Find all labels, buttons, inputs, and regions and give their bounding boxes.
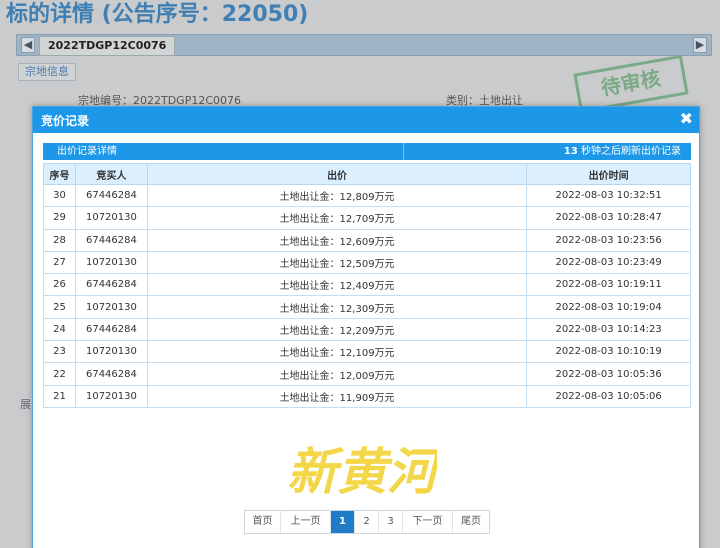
table-row: 23 10720130 土地出让金：12,109万元 2022-08-03 10:10… (43, 340, 691, 364)
column-header-no: 序号 (43, 163, 76, 185)
cell-time: 2022-08-03 10:19:11 (526, 273, 691, 297)
table-header-row: 序号 竞买人 出价 出价时间 (43, 163, 691, 185)
cell-bidder: 67446284 (74, 228, 148, 252)
cell-no: 29 (43, 206, 76, 230)
column-header-time: 出价时间 (526, 163, 691, 185)
cell-bidder: 67446284 (74, 183, 148, 208)
countdown-seconds: 13 (563, 146, 578, 157)
cell-bidder: 10720130 (74, 340, 148, 364)
column-header-bidder: 竞买人 (74, 163, 148, 185)
modal-title: 竞价记录 (41, 114, 90, 128)
cell-time: 2022-08-03 10:28:47 (526, 206, 691, 230)
cell-price: 土地出让金：11,909万元 (146, 384, 528, 408)
cell-time: 2022-08-03 10:23:56 (526, 228, 691, 252)
cell-no: 22 (43, 362, 76, 386)
first-page-button[interactable]: 首页 (245, 511, 281, 533)
watermark-logo: 新黄河 (287, 442, 437, 501)
tab-parcel[interactable]: 2022TDGP12C0076 (39, 36, 176, 56)
table-row: 28 67446284 土地出让金：12,609万元 2022-08-03 10:23… (43, 228, 691, 252)
countdown-text: 秒钟之后刷新出价记录 (577, 146, 681, 157)
cell-no: 26 (43, 273, 76, 297)
close-icon[interactable]: ✖ (680, 109, 693, 129)
cell-bidder: 67446284 (74, 317, 148, 342)
cell-price: 土地出让金：12,809万元 (146, 183, 528, 208)
page-title: 标的详情 (公告序号：22050) (6, 2, 309, 27)
cell-no: 30 (43, 183, 76, 208)
table-row: 26 67446284 土地出让金：12,409万元 2022-08-03 10:19… (43, 273, 691, 297)
pending-review-stamp: 待审核 (573, 54, 689, 114)
bid-details-label: 出价记录详情 (57, 146, 117, 157)
bid-record-modal: 竞价记录 ✖ 出价记录详情 13 秒钟之后刷新出价记录 序号 竞买人 出价 出价… (32, 106, 700, 548)
info-divider (403, 143, 404, 160)
cell-time: 2022-08-03 10:19:04 (526, 295, 691, 319)
bid-table-body: 30 67446284 土地出让金：12,809万元 2022-08-03 10:32… (43, 183, 691, 408)
cell-bidder: 67446284 (74, 273, 148, 297)
cell-bidder: 10720130 (74, 384, 148, 408)
page-button-2[interactable]: 2 (355, 511, 379, 533)
cell-price: 土地出让金：12,309万元 (146, 295, 528, 319)
subtab-parcel-info[interactable]: 宗地信息 (18, 63, 76, 81)
table-row: 30 67446284 土地出让金：12,809万元 2022-08-03 10:32… (43, 183, 691, 208)
tab-scroll-left-icon[interactable]: ◀ (21, 37, 35, 53)
table-row: 21 10720130 土地出让金：11,909万元 2022-08-03 10:05… (43, 384, 691, 408)
table-row: 27 10720130 土地出让金：12,509万元 2022-08-03 10:23… (43, 250, 691, 275)
last-page-button[interactable]: 尾页 (453, 511, 489, 533)
prev-page-button[interactable]: 上一页 (281, 511, 331, 533)
cell-bidder: 10720130 (74, 206, 148, 230)
cell-price: 土地出让金：12,009万元 (146, 362, 528, 386)
table-row: 29 10720130 土地出让金：12,709万元 2022-08-03 10:28… (43, 206, 691, 230)
table-row: 25 10720130 土地出让金：12,309万元 2022-08-03 10:19… (43, 295, 691, 319)
cell-price: 土地出让金：12,609万元 (146, 228, 528, 252)
cell-time: 2022-08-03 10:23:49 (526, 250, 691, 275)
cell-price: 土地出让金：12,709万元 (146, 206, 528, 230)
cell-bidder: 67446284 (74, 362, 148, 386)
page-button-1[interactable]: 1 (331, 511, 355, 533)
pagination: 首页 上一页 1 2 3 下一页 尾页 (244, 510, 490, 534)
cell-bidder: 10720130 (74, 250, 148, 275)
cell-price: 土地出让金：12,409万元 (146, 273, 528, 297)
cell-time: 2022-08-03 10:32:51 (526, 183, 691, 208)
page-button-3[interactable]: 3 (379, 511, 403, 533)
cell-price: 土地出让金：12,109万元 (146, 340, 528, 364)
refresh-countdown: 13 秒钟之后刷新出价记录 (564, 143, 681, 160)
next-page-button[interactable]: 下一页 (403, 511, 453, 533)
table-row: 24 67446284 土地出让金：12,209万元 2022-08-03 10:14… (43, 317, 691, 342)
modal-header: 竞价记录 ✖ (33, 107, 699, 133)
cell-no: 24 (43, 317, 76, 342)
table-row: 22 67446284 土地出让金：12,009万元 2022-08-03 10:05… (43, 362, 691, 386)
cell-no: 21 (43, 384, 76, 408)
cell-no: 25 (43, 295, 76, 319)
cell-time: 2022-08-03 10:14:23 (526, 317, 691, 342)
watermark-text: 新黄河 (287, 442, 437, 501)
tab-scroll-right-icon[interactable]: ▶ (693, 37, 707, 53)
side-label: 展 (20, 398, 31, 411)
cell-time: 2022-08-03 10:10:19 (526, 340, 691, 364)
column-header-price: 出价 (146, 163, 528, 185)
bid-table: 序号 竞买人 出价 出价时间 30 67446284 土地出让金：12,809万元 2… (43, 163, 691, 408)
cell-no: 28 (43, 228, 76, 252)
cell-time: 2022-08-03 10:05:06 (526, 384, 691, 408)
cell-no: 27 (43, 250, 76, 275)
cell-no: 23 (43, 340, 76, 364)
cell-price: 土地出让金：12,209万元 (146, 317, 528, 342)
cell-time: 2022-08-03 10:05:36 (526, 362, 691, 386)
tab-bar: ◀ 2022TDGP12C0076 ▶ (16, 34, 712, 56)
cell-bidder: 10720130 (74, 295, 148, 319)
bid-info-bar: 出价记录详情 13 秒钟之后刷新出价记录 (43, 143, 691, 160)
cell-price: 土地出让金：12,509万元 (146, 250, 528, 275)
